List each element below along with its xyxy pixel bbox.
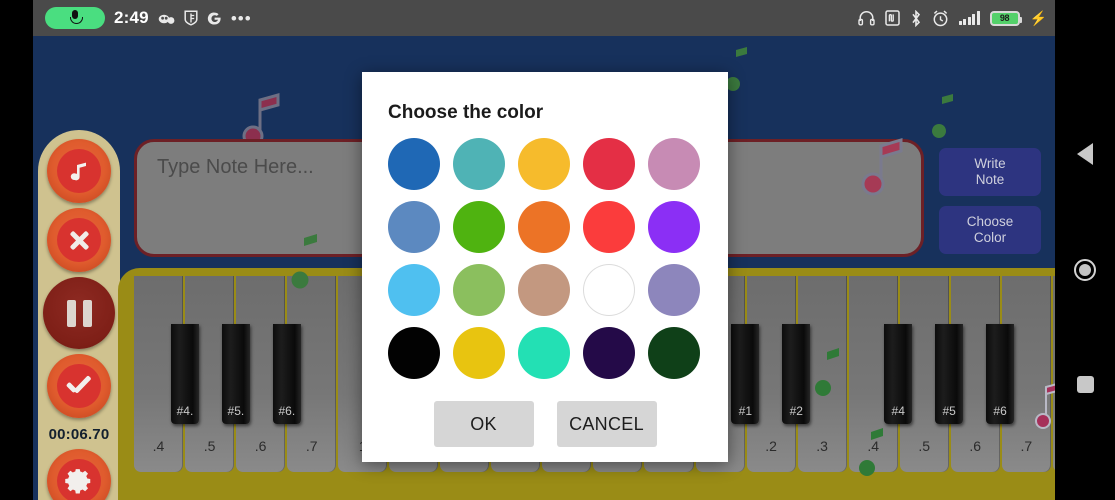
dialog-title: Choose the color	[388, 102, 544, 123]
piano-black-key-label: #4.	[176, 404, 194, 418]
color-swatch[interactable]	[583, 138, 635, 190]
x-icon	[57, 218, 101, 262]
discord-icon	[158, 12, 175, 25]
pause-icon	[66, 299, 92, 327]
pause-button[interactable]	[43, 277, 115, 349]
confirm-button[interactable]	[47, 354, 111, 418]
color-swatch-row	[388, 138, 702, 190]
piano-black-key[interactable]: #5.	[221, 324, 250, 424]
piano-white-key-label: .4	[867, 438, 880, 454]
battery-level: 98	[999, 13, 1010, 23]
color-swatch[interactable]	[583, 264, 635, 316]
color-swatch[interactable]	[648, 264, 700, 316]
color-swatch-row	[388, 201, 702, 253]
piano-black-key-label: #6	[993, 404, 1007, 418]
piano-black-key-label: #4	[891, 404, 905, 418]
color-swatch[interactable]	[518, 138, 570, 190]
color-swatch[interactable]	[648, 327, 700, 379]
color-swatch[interactable]	[453, 138, 505, 190]
microphone-icon	[45, 7, 105, 29]
gear-icon	[57, 459, 101, 500]
write-note-button[interactable]: Write Note	[939, 148, 1041, 196]
piano-black-key-label: #5	[942, 404, 956, 418]
piano-white-key-label: .2	[765, 438, 777, 454]
alarm-icon	[932, 9, 949, 27]
piano-black-key[interactable]: #4.	[170, 324, 199, 424]
status-bar: 2:49 ••• 98 ⚡	[33, 0, 1055, 36]
headphones-icon	[857, 10, 875, 26]
decorative-note-icon	[931, 91, 957, 143]
piano-black-key[interactable]: #6.	[272, 324, 301, 424]
color-swatch[interactable]	[648, 138, 700, 190]
choose-color-label: Choose Color	[966, 214, 1014, 245]
color-swatch-grid	[388, 138, 702, 379]
color-picker-dialog: Choose the color OK CANCEL	[362, 72, 728, 462]
recents-icon[interactable]	[1076, 375, 1094, 393]
status-bar-clock: 2:49	[114, 8, 149, 27]
color-swatch-row	[388, 327, 702, 379]
app-canvas: 00:06.70 Type Note Here... Write Note Cho…	[33, 36, 1055, 500]
color-swatch[interactable]	[583, 201, 635, 253]
bluetooth-icon	[910, 9, 922, 27]
piano-white-key-label: .7	[305, 438, 318, 454]
piano-black-key[interactable]: #4	[884, 324, 913, 424]
android-navigation-bar	[1055, 36, 1115, 500]
color-swatch[interactable]	[453, 201, 505, 253]
piano-white-key-label: .5	[203, 438, 216, 454]
bolt-icon: ⚡	[1029, 9, 1047, 26]
color-swatch[interactable]	[648, 201, 700, 253]
piano-white-key-label: .5	[918, 438, 931, 454]
color-swatch-row	[388, 264, 702, 316]
color-swatch[interactable]	[388, 201, 440, 253]
cancel-button[interactable]: CANCEL	[556, 401, 657, 447]
color-swatch[interactable]	[388, 264, 440, 316]
device-screen: 2:49 ••• 98 ⚡ 00:06.70 Type Note Here...…	[0, 0, 1115, 500]
color-swatch[interactable]	[388, 138, 440, 190]
close-button[interactable]	[47, 208, 111, 272]
home-icon[interactable]	[1074, 259, 1096, 282]
color-swatch[interactable]	[518, 264, 570, 316]
nfc-icon	[884, 10, 900, 26]
piano-black-key[interactable]: #1	[731, 324, 760, 424]
recording-timer: 00:06.70	[48, 426, 110, 443]
battery-icon: 98	[989, 10, 1022, 26]
piano-black-key[interactable]: #6	[986, 324, 1015, 424]
check-icon	[57, 364, 101, 408]
color-swatch[interactable]	[453, 327, 505, 379]
google-icon	[207, 11, 222, 26]
color-swatch[interactable]	[518, 327, 570, 379]
ok-button[interactable]: OK	[433, 401, 534, 447]
color-swatch[interactable]	[583, 327, 635, 379]
music-note-button[interactable]	[47, 139, 111, 203]
status-bar-left: 2:49 •••	[45, 7, 858, 29]
left-toolbar: 00:06.70	[38, 130, 120, 500]
color-swatch[interactable]	[453, 264, 505, 316]
piano-white-key-label: .3	[816, 438, 828, 454]
piano-black-key-label: #2	[789, 404, 803, 418]
piano-black-key-label: #6.	[278, 404, 296, 418]
piano-white-key-label: .4	[152, 438, 165, 454]
note-input-placeholder: Type Note Here...	[157, 156, 314, 178]
left-black-bezel	[0, 0, 33, 500]
piano-white-key-label: .6	[254, 438, 267, 454]
piano-white-key-label: .7	[1020, 438, 1033, 454]
piano-black-key-label: #1	[738, 404, 753, 418]
music-note-icon	[57, 149, 101, 193]
piano-black-key[interactable]: #5	[935, 324, 964, 424]
status-bar-right: 98 ⚡	[857, 9, 1047, 27]
decorative-note-icon	[725, 44, 751, 96]
piano-black-key-label: #5.	[227, 404, 245, 418]
choose-color-button[interactable]: Choose Color	[939, 206, 1041, 254]
write-note-label: Write Note	[974, 156, 1006, 187]
signal-icon	[958, 11, 980, 25]
settings-button[interactable]	[47, 449, 111, 500]
back-icon[interactable]	[1077, 143, 1093, 166]
overflow-dots-icon: •••	[230, 8, 252, 28]
color-swatch[interactable]	[518, 201, 570, 253]
color-swatch[interactable]	[388, 327, 440, 379]
bitwarden-icon	[184, 10, 198, 26]
piano-black-key[interactable]: #2	[782, 324, 811, 424]
piano-white-key-label: .6	[969, 438, 982, 454]
dialog-actions: OK CANCEL	[388, 401, 702, 447]
